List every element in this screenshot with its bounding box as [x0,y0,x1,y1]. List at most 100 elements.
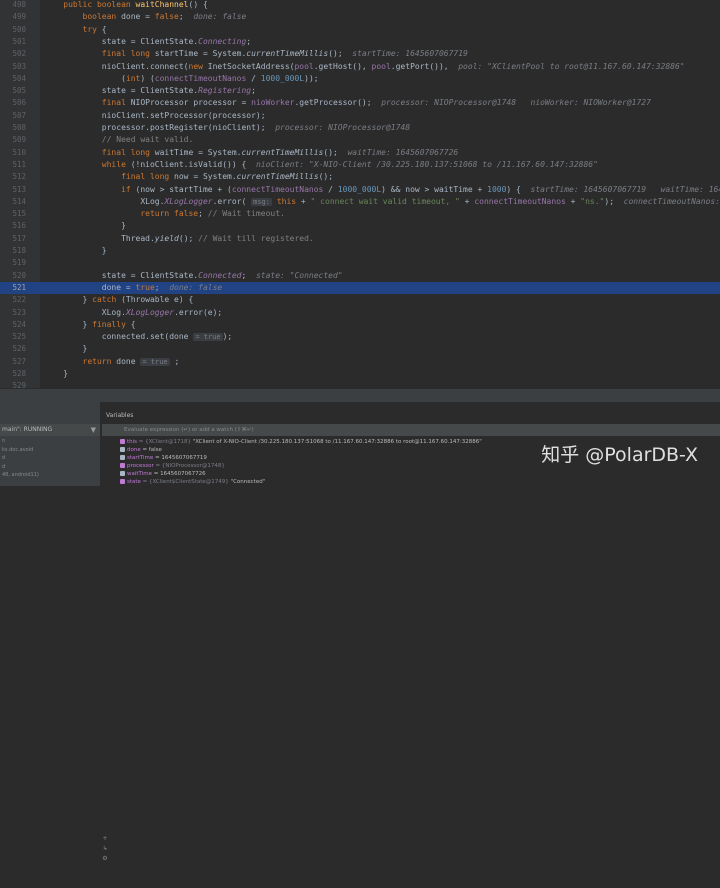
line-number[interactable]: 520 [0,270,26,282]
code-editor[interactable]: 498 public boolean waitChannel() {499 bo… [0,0,720,388]
code-line[interactable]: 509 // Need wait valid. [0,134,720,146]
code-line[interactable]: 512 final long now = System.currentTimeM… [0,171,720,183]
code-text[interactable]: if (now > startTime + (connectTimeoutNan… [44,184,720,196]
code-text[interactable]: connected.set(done = true); [44,331,232,343]
code-line[interactable]: 503 nioClient.connect(new InetSocketAddr… [0,61,720,73]
code-line[interactable]: 524 } finally { [0,319,720,331]
line-number[interactable]: 507 [0,110,26,122]
frame-item[interactable]: d [2,455,5,461]
code-line[interactable]: 511 while (!nioClient.isValid()) { nioCl… [0,159,720,171]
code-line[interactable]: 508 processor.postRegister(nioClient); p… [0,122,720,134]
line-number[interactable]: 515 [0,208,26,220]
code-line[interactable]: 526 } [0,343,720,355]
code-line[interactable]: 499 boolean done = false; done: false [0,11,720,23]
code-text[interactable]: } [44,368,68,380]
frame-item[interactable]: 48, android11) [2,472,39,478]
code-text[interactable]: while (!nioClient.isValid()) { nioClient… [44,159,598,171]
code-line[interactable]: 515 return false; // Wait timeout. [0,208,720,220]
line-number[interactable]: 526 [0,343,26,355]
code-text[interactable]: nioClient.setProcessor(processor); [44,110,266,122]
line-number[interactable]: 522 [0,294,26,306]
code-text[interactable]: final long startTime = System.currentTim… [44,48,468,60]
line-number[interactable]: 529 [0,380,26,388]
variable-row[interactable]: this = {XClient@1718} "XClient of X-NIO-… [120,438,482,446]
line-number[interactable]: 512 [0,171,26,183]
code-text[interactable]: } catch (Throwable e) { [44,294,194,306]
code-line[interactable]: 502 final long startTime = System.curren… [0,48,720,60]
code-line[interactable]: 505 state = ClientState.Registering; [0,85,720,97]
code-text[interactable]: } [44,220,126,232]
code-text[interactable]: public boolean waitChannel() { [44,0,208,11]
code-text[interactable]: boolean done = false; done: false [44,11,247,23]
thread-selector[interactable]: main": RUNNING ▼ [0,424,100,436]
code-text[interactable]: try { [44,24,107,36]
code-line[interactable]: 504 (int) (connectTimeoutNanos / 1000_00… [0,73,720,85]
code-line[interactable]: 510 final long waitTime = System.current… [0,147,720,159]
code-text[interactable]: final long now = System.currentTimeMilli… [44,171,333,183]
code-text[interactable]: XLog.XLogLogger.error(e); [44,307,222,319]
code-line[interactable]: 525 connected.set(done = true); [0,331,720,343]
code-text[interactable]: } [44,245,107,257]
code-text[interactable]: return done = true ; [44,356,179,368]
line-number[interactable]: 502 [0,48,26,60]
code-text[interactable]: state = ClientState.Registering; [44,85,256,97]
code-line[interactable]: 500 try { [0,24,720,36]
line-number[interactable]: 513 [0,184,26,196]
line-number[interactable]: 498 [0,0,26,11]
code-line[interactable]: 527 return done = true ; [0,356,720,368]
code-text[interactable]: nioClient.connect(new InetSocketAddress(… [44,61,685,73]
panel-divider[interactable] [0,388,720,403]
code-text[interactable]: Thread.yield(); // Wait till registered. [44,233,314,245]
code-line[interactable]: 523 XLog.XLogLogger.error(e); [0,307,720,319]
line-number[interactable]: 524 [0,319,26,331]
line-number[interactable]: 518 [0,245,26,257]
code-line[interactable]: 520 state = ClientState.Connected; state… [0,270,720,282]
line-number[interactable]: 517 [0,233,26,245]
line-number[interactable]: 503 [0,61,26,73]
line-number[interactable]: 527 [0,356,26,368]
code-text[interactable]: (int) (connectTimeoutNanos / 1000_000L))… [44,73,319,85]
frame-item[interactable]: d [2,464,5,470]
line-number[interactable]: 510 [0,147,26,159]
code-line[interactable]: 528 } [0,368,720,380]
code-line[interactable]: 518 } [0,245,720,257]
line-number[interactable]: 511 [0,159,26,171]
code-line[interactable]: 498 public boolean waitChannel() { [0,0,720,11]
line-number[interactable]: 499 [0,11,26,23]
code-text[interactable]: final long waitTime = System.currentTime… [44,147,458,159]
line-number[interactable]: 519 [0,257,26,269]
code-text[interactable]: processor.postRegister(nioClient); proce… [44,122,410,134]
line-number[interactable]: 528 [0,368,26,380]
evaluate-expression-input[interactable]: Evaluate expression (↵) or add a watch (… [102,424,720,436]
line-number[interactable]: 504 [0,73,26,85]
code-text[interactable]: XLog.XLogLogger.error( msg: this + " con… [44,196,720,208]
code-text[interactable]: return false; // Wait timeout. [44,208,285,220]
code-line[interactable]: 521 done = true; done: false [0,281,720,294]
line-number[interactable]: 516 [0,220,26,232]
code-text[interactable]: } [44,343,88,355]
line-number[interactable]: 505 [0,85,26,97]
code-line[interactable]: 516 } [0,220,720,232]
filter-icon[interactable]: ▼ [91,424,96,436]
code-line[interactable]: 529 [0,380,720,388]
line-number[interactable]: 525 [0,331,26,343]
variable-row[interactable]: startTime = 1645607067719 [120,454,207,462]
line-number[interactable]: 523 [0,307,26,319]
code-text[interactable]: state = ClientState.Connecting; [44,36,251,48]
step-icon[interactable]: ↳ [100,844,110,854]
code-line[interactable]: 514 XLog.XLogLogger.error( msg: this + "… [0,196,720,208]
code-line[interactable]: 513 if (now > startTime + (connectTimeou… [0,184,720,196]
line-number[interactable]: 514 [0,196,26,208]
line-number[interactable]: 508 [0,122,26,134]
code-line[interactable]: 519 [0,257,720,269]
line-number[interactable]: 521 [0,282,26,294]
code-line[interactable]: 517 Thread.yield(); // Wait till registe… [0,233,720,245]
code-line[interactable]: 501 state = ClientState.Connecting; [0,36,720,48]
code-text[interactable]: final NIOProcessor processor = nioWorker… [44,97,651,109]
line-number[interactable]: 506 [0,97,26,109]
code-text[interactable]: done = true; done: false [44,282,222,294]
frame-item[interactable]: ks.doc.avoid [2,447,33,453]
variable-row[interactable]: state = {XClient$ClientState@1749} "Conn… [120,478,265,486]
frame-item[interactable]: n [2,438,5,444]
code-line[interactable]: 506 final NIOProcessor processor = nioWo… [0,97,720,109]
